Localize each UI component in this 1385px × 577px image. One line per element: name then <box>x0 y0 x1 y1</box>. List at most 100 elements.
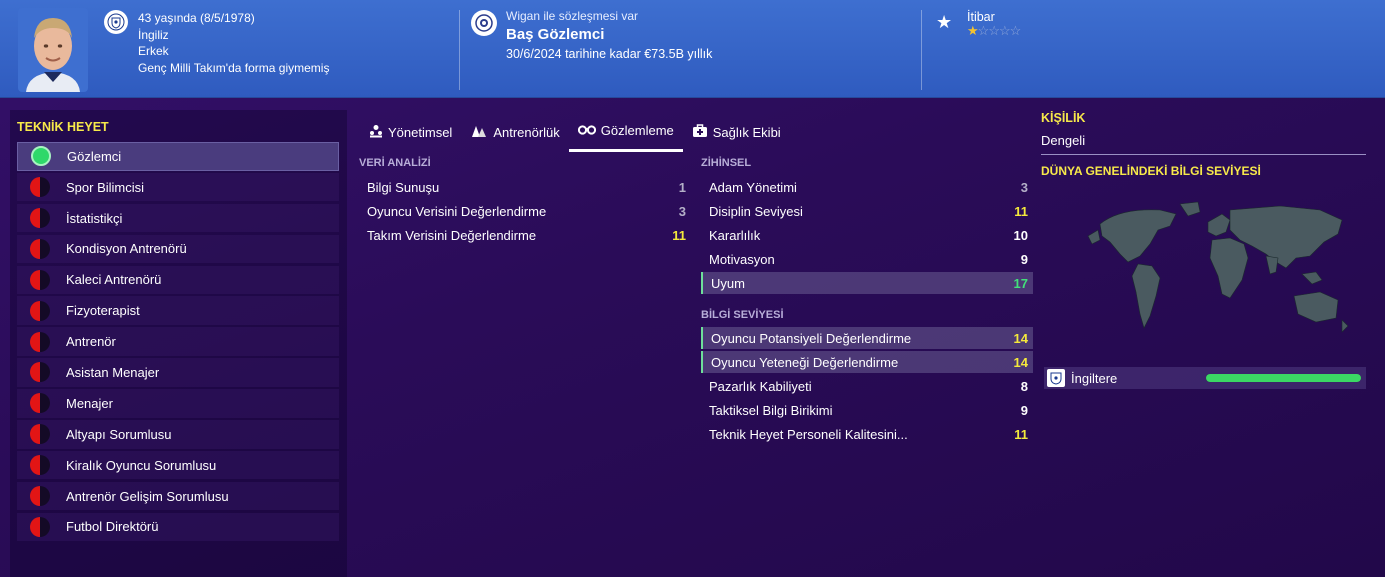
divider <box>1041 154 1366 155</box>
staff-item[interactable]: Gözlemci <box>17 142 339 171</box>
staff-item-label: Gözlemci <box>67 148 122 164</box>
attribute-label: Oyuncu Verisini Değerlendirme <box>367 203 547 219</box>
staff-item-label: Spor Bilimcisi <box>66 179 145 195</box>
knowledge-progress-fill <box>1206 374 1361 382</box>
england-flag-icon <box>104 10 128 34</box>
status-dot-icon <box>30 455 50 476</box>
attribute-row[interactable]: Oyuncu Verisini Değerlendirme 3 <box>359 200 691 222</box>
attribute-value: 1 <box>678 179 686 195</box>
status-dot-icon <box>30 177 50 198</box>
gender: Erkek <box>138 44 169 58</box>
header-divider <box>921 10 922 90</box>
attribute-value: 14 <box>1013 354 1028 370</box>
reputation-label: İtibar <box>967 10 995 24</box>
attribute-row[interactable]: Kararlılık 10 <box>701 224 1033 246</box>
staff-item[interactable]: Spor Bilimcisi <box>17 172 339 202</box>
attribute-row[interactable]: Taktiksel Bilgi Birikimi 9 <box>701 399 1033 421</box>
staff-list: Gözlemci Spor Bilimcisi İstatistikçi Kondis… <box>17 142 339 544</box>
tab-saglik-ekibi[interactable]: Sağlık Ekibi <box>683 118 790 146</box>
contract-info: Wigan ile sözleşmesi var Baş Gözlemci 30… <box>506 9 712 61</box>
staff-item[interactable]: Antrenör <box>17 327 339 356</box>
staff-item-label: Kaleci Antrenörü <box>66 272 162 288</box>
country-knowledge-row[interactable]: İngiltere <box>1044 367 1366 389</box>
nationality: İngiliz <box>138 27 169 42</box>
staff-item-label: Asistan Menajer <box>66 364 160 380</box>
medical-kit-icon <box>692 123 708 141</box>
attribute-label: Teknik Heyet Personeli Kalitesini... <box>709 426 908 442</box>
staff-item-label: Altyapı Sorumlusu <box>66 426 172 442</box>
attribute-label: Takım Verisini Değerlendirme <box>367 227 537 243</box>
attribute-row[interactable]: Takım Verisini Değerlendirme 11 <box>359 224 691 246</box>
staff-item[interactable]: Menajer <box>17 389 339 418</box>
attribute-value: 8 <box>1020 378 1028 394</box>
reputation-star-icon: ☆ <box>998 23 1011 38</box>
knowledge-list: Oyuncu Potansiyeli Değerlendirme 14 Oyuncu… <box>701 327 1033 447</box>
club-badge-icon[interactable] <box>471 10 497 36</box>
star-icon: ★ <box>936 12 953 32</box>
age-line: 43 yaşında (8/5/1978) <box>138 11 255 25</box>
reputation-star-icon: ★ <box>967 23 979 38</box>
world-knowledge-title: DÜNYA GENELİNDEKİ BİLGİ SEVİYESİ <box>1041 164 1261 178</box>
staff-item[interactable]: Altyapı Sorumlusu <box>17 420 339 449</box>
status-dot-icon <box>30 331 50 352</box>
people-icon <box>369 124 383 141</box>
knowledge-progress-bar <box>1206 374 1361 382</box>
staff-item-label: Antrenör <box>66 334 116 350</box>
status-dot-icon <box>30 362 50 383</box>
tab-yonetimsel[interactable]: Yönetimsel <box>360 118 461 146</box>
attribute-row[interactable]: Disiplin Seviyesi 11 <box>701 200 1033 222</box>
attribute-row[interactable]: Oyuncu Yeteneği Değerlendirme 14 <box>701 351 1033 373</box>
reputation: İtibar ★☆☆☆☆ <box>967 10 1021 39</box>
world-map[interactable] <box>1080 196 1365 346</box>
data-analysis-list: Bilgi Sunuşu 1 Oyuncu Verisini Değerlendir… <box>359 176 691 248</box>
staff-item[interactable]: Kiralık Oyuncu Sorumlusu <box>17 450 339 480</box>
tab-label: Antrenörlük <box>493 124 560 140</box>
staff-item-label: İstatistikçi <box>66 210 123 226</box>
tab-label: Gözlemleme <box>600 123 674 138</box>
staff-item[interactable]: Asistan Menajer <box>17 358 339 387</box>
attribute-value: 3 <box>1020 179 1028 195</box>
binoculars-icon <box>577 123 596 138</box>
mental-list: Adam Yönetimi 3 Disiplin Seviyesi 11 Kararlı… <box>701 176 1033 296</box>
staff-item-label: Menajer <box>66 395 113 411</box>
attribute-row[interactable]: Pazarlık Kabiliyeti 8 <box>701 375 1033 397</box>
reputation-star-icon: ☆ <box>988 23 1000 38</box>
international-status: Genç Milli Takım'da forma giymemiş <box>138 60 330 75</box>
staff-item[interactable]: Kondisyon Antrenörü <box>17 234 339 264</box>
personality-title: KİŞİLİK <box>1041 111 1086 125</box>
status-dot-icon <box>30 300 50 321</box>
staff-item[interactable]: Kaleci Antrenörü <box>17 265 339 295</box>
attribute-label: Oyuncu Potansiyeli Değerlendirme <box>711 330 912 346</box>
tab-antrenorluk[interactable]: Antrenörlük <box>461 118 568 146</box>
attribute-value: 11 <box>672 227 686 243</box>
mental-title: ZİHİNSEL <box>701 157 752 169</box>
status-dot-icon <box>30 486 50 507</box>
attribute-row[interactable]: Bilgi Sunuşu 1 <box>359 176 691 198</box>
knowledge-title: BİLGİ SEVİYESİ <box>701 309 784 321</box>
attribute-row[interactable]: Adam Yönetimi 3 <box>701 176 1033 198</box>
header-divider <box>459 10 460 90</box>
staff-item[interactable]: Antrenör Gelişim Sorumlusu <box>17 481 339 511</box>
status-dot-icon <box>30 238 50 259</box>
profile-header: 43 yaşında (8/5/1978) İngiliz Erkek Genç… <box>0 0 1385 98</box>
attribute-value: 9 <box>1020 402 1028 418</box>
attribute-row[interactable]: Teknik Heyet Personeli Kalitesini... 11 <box>701 423 1033 445</box>
staff-item[interactable]: İstatistikçi <box>17 203 339 233</box>
staff-item-label: Futbol Direktörü <box>66 519 159 535</box>
status-dot-icon <box>30 393 50 414</box>
status-dot-icon <box>30 269 50 290</box>
staff-item[interactable]: Fizyoterapist <box>17 296 339 325</box>
attribute-row[interactable]: Oyuncu Potansiyeli Değerlendirme 14 <box>701 327 1033 349</box>
reputation-stars: ★☆☆☆☆ <box>967 23 1021 39</box>
cone-icon <box>470 124 488 141</box>
attribute-row[interactable]: Motivasyon 9 <box>701 248 1033 270</box>
staff-item-label: Fizyoterapist <box>66 303 140 319</box>
staff-item-label: Kondisyon Antrenörü <box>66 241 187 257</box>
attribute-label: Taktiksel Bilgi Birikimi <box>709 402 833 418</box>
attribute-row[interactable]: Uyum 17 <box>701 272 1033 294</box>
attribute-value: 9 <box>1020 251 1028 267</box>
tab-bar: Yönetimsel Antrenörlük Gözlemleme Sağlık… <box>360 118 790 152</box>
tab-gozlemleme[interactable]: Gözlemleme <box>568 118 683 152</box>
personal-info: 43 yaşında (8/5/1978) İngiliz Erkek Genç… <box>138 10 329 76</box>
staff-item[interactable]: Futbol Direktörü <box>17 512 339 542</box>
